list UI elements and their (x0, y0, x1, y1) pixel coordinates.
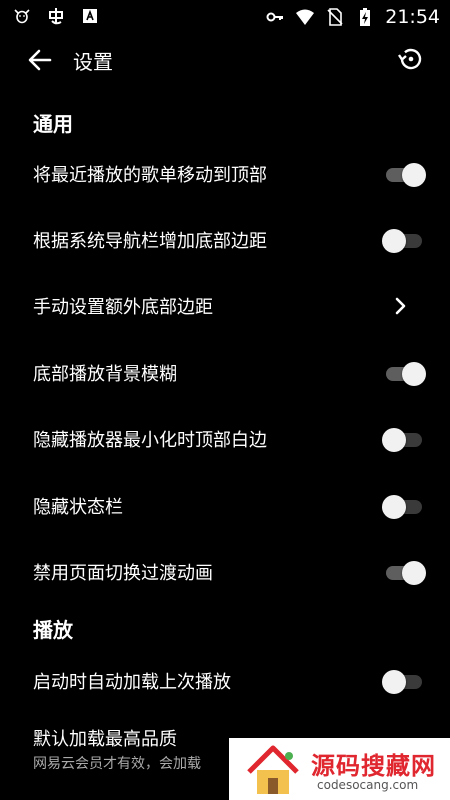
toggle-switch-on[interactable] (382, 163, 426, 187)
status-time: 21:54 (385, 6, 440, 28)
arrow-left-icon[interactable] (26, 46, 54, 74)
setting-move-recent[interactable]: 将最近播放的歌单移动到顶部 (0, 141, 450, 207)
setting-label: 启动时自动加载上次播放 (33, 672, 231, 693)
status-left (12, 6, 100, 26)
wifi-icon (296, 9, 315, 25)
status-bar: 21:54 (0, 0, 450, 34)
status-right: 21:54 (265, 6, 440, 28)
ghost-icon (49, 8, 63, 25)
setting-sublabel: 网易云会员才有效，会加载 (33, 756, 201, 772)
setting-label: 底部播放背景模糊 (33, 364, 177, 385)
setting-label: 手动设置额外底部边距 (33, 297, 213, 318)
watermark-domain: codesocang.com (317, 778, 419, 792)
setting-nav-padding[interactable]: 根据系统导航栏增加底部边距 (0, 207, 450, 273)
key-icon (266, 12, 284, 22)
toggle-switch-off[interactable] (382, 428, 426, 452)
toggle-switch-off[interactable] (382, 670, 426, 694)
setting-hide-status[interactable]: 隐藏状态栏 (0, 473, 450, 539)
section-title-general: 通用 (33, 112, 73, 136)
restore-icon[interactable] (396, 44, 426, 74)
setting-hide-top-margin[interactable]: 隐藏播放器最小化时顶部白边 (0, 406, 450, 472)
app-bar: 设置 (0, 34, 450, 86)
section-title-playback: 播放 (33, 618, 73, 642)
setting-label: 禁用页面切换过渡动画 (33, 563, 213, 584)
watermark: 源码搜藏网 codesocang.com (229, 738, 450, 800)
chevron-right-icon (395, 297, 406, 315)
setting-label: 根据系统导航栏增加底部边距 (33, 231, 267, 252)
toggle-switch-off[interactable] (382, 229, 426, 253)
setting-blur-bg[interactable]: 底部播放背景模糊 (0, 340, 450, 406)
toggle-switch-on[interactable] (382, 561, 426, 585)
cow-icon (14, 9, 30, 24)
watermark-brand: 源码搜藏网 (311, 752, 436, 780)
a-icon (83, 9, 97, 23)
setting-disable-anim[interactable]: 禁用页面切换过渡动画 (0, 539, 450, 605)
setting-label: 将最近播放的歌单移动到顶部 (33, 165, 267, 186)
toggle-switch-on[interactable] (382, 362, 426, 386)
no-sim-icon (327, 8, 343, 26)
setting-label: 默认加载最高品质 (33, 729, 177, 750)
setting-label: 隐藏状态栏 (33, 497, 123, 518)
house-logo-icon (247, 745, 299, 794)
toggle-switch-off[interactable] (382, 495, 426, 519)
setting-manual-padding[interactable]: 手动设置额外底部边距 (0, 273, 450, 339)
battery-charging-icon (360, 8, 371, 26)
page-title: 设置 (73, 50, 113, 74)
setting-label: 隐藏播放器最小化时顶部白边 (33, 430, 267, 451)
